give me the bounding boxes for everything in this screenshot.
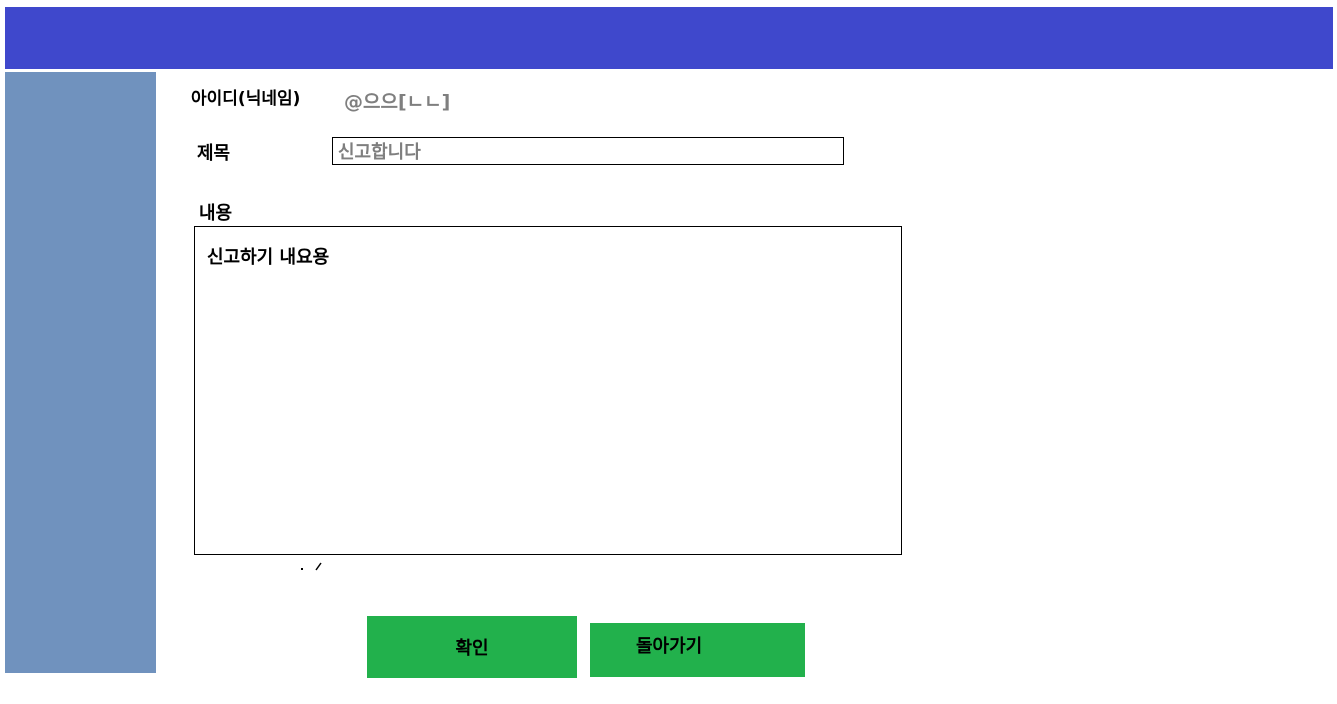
title-label: 제목 — [197, 143, 231, 164]
content-label: 내용 — [199, 203, 233, 224]
title-input[interactable] — [332, 137, 844, 165]
back-button[interactable]: 돌아가기 — [590, 623, 805, 677]
content-textarea[interactable]: 신고하기 내요용 — [194, 226, 902, 555]
id-label: 아이디(닉네임) — [191, 89, 301, 109]
report-page: 아이디(닉네임) @으으[ㄴㄴ] 제목 내용 신고하기 내요용 확인 돌아가기 — [0, 0, 1337, 704]
stray-mark — [301, 562, 322, 571]
top-banner — [5, 7, 1333, 69]
sidebar — [5, 72, 156, 673]
confirm-button[interactable]: 확인 — [367, 616, 577, 678]
id-value: @으으[ㄴㄴ] — [344, 91, 451, 113]
